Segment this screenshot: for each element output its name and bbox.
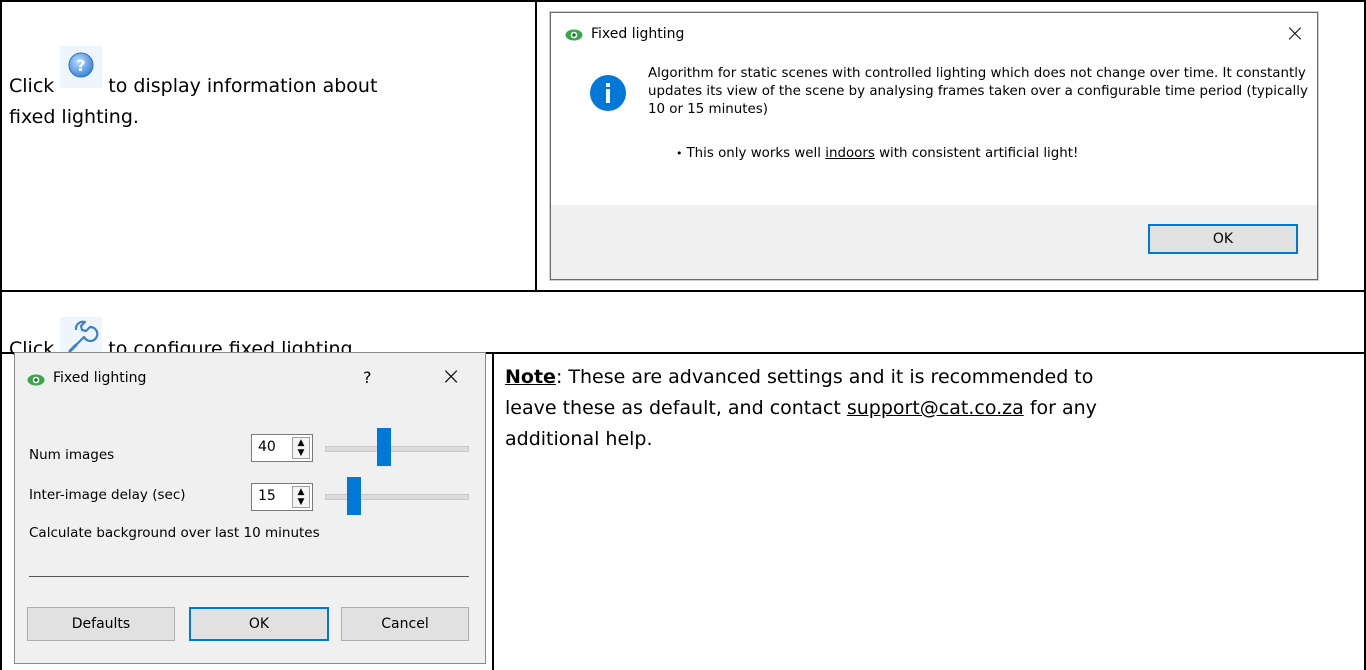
eye-logo-icon	[27, 373, 45, 391]
num-images-label: Num images	[29, 447, 115, 463]
note-text3: for any	[1029, 397, 1097, 419]
row1-text-after: to display information about	[108, 75, 378, 97]
num-images-stepper[interactable]: ▲ ▼	[292, 437, 310, 459]
delay-label: Inter-image delay (sec)	[29, 487, 186, 503]
bullet-dot: •	[676, 147, 683, 160]
row1-text-line2: fixed lighting.	[9, 106, 139, 128]
info-dialog-footer: OK	[551, 205, 1317, 279]
note-text1: : These are advanced settings and it is …	[555, 366, 1094, 388]
num-images-value: 40	[258, 439, 276, 455]
cancel-button[interactable]: Cancel	[341, 607, 469, 641]
num-images-spinbox[interactable]: 40 ▲ ▼	[251, 434, 313, 462]
ok-button[interactable]: OK	[1148, 224, 1298, 254]
support-email-link[interactable]: support@cat.co.za	[847, 397, 1024, 419]
delay-slider-thumb[interactable]	[347, 477, 361, 515]
note-text: Note: These are advanced settings and it…	[505, 362, 1355, 455]
ok-button[interactable]: OK	[189, 607, 329, 641]
table-col-divider-top	[535, 0, 537, 291]
table-border-top	[0, 0, 1366, 2]
close-icon[interactable]: ×	[441, 362, 461, 390]
note-bold: Note	[505, 366, 556, 388]
table-row-divider-1	[0, 290, 1366, 292]
num-images-slider-thumb[interactable]	[377, 428, 391, 466]
config-dialog-title: Fixed lighting	[53, 370, 147, 386]
info-dialog: Fixed lighting × Algorithm for static sc…	[550, 12, 1318, 280]
info-dialog-bullet: • This only works well indoors with consi…	[676, 146, 1078, 161]
table-col-divider-bottom	[492, 352, 494, 670]
info-icon	[589, 74, 627, 116]
defaults-button[interactable]: Defaults	[27, 607, 175, 641]
delay-spinbox[interactable]: 15 ▲ ▼	[251, 483, 313, 511]
svg-text:?: ?	[77, 56, 86, 75]
info-dialog-message: Algorithm for static scenes with control…	[648, 66, 1308, 117]
table-border-left	[0, 0, 2, 670]
config-dialog: Fixed lighting ? × Num images 40 ▲ ▼ Inte…	[14, 352, 486, 664]
note-text4: additional help.	[505, 428, 653, 450]
delay-stepper[interactable]: ▲ ▼	[292, 486, 310, 508]
separator-line	[29, 576, 469, 577]
num-images-slider-track[interactable]	[325, 446, 469, 452]
bullet-pre: This only works well	[686, 146, 821, 161]
delay-value: 15	[258, 488, 276, 504]
background-info-text: Calculate background over last 10 minute…	[29, 525, 320, 541]
info-dialog-title: Fixed lighting	[591, 26, 685, 42]
row1-click: Click	[9, 75, 55, 97]
row1-text: Click ? to display information about fix…	[9, 46, 529, 133]
bullet-post: with consistent artificial light!	[879, 146, 1079, 161]
bullet-link: indoors	[825, 146, 875, 161]
help-button[interactable]: ?	[363, 368, 372, 387]
close-icon[interactable]: ×	[1285, 19, 1305, 47]
eye-logo-icon	[565, 28, 583, 46]
info-dialog-titlebar: Fixed lighting ×	[551, 13, 1317, 57]
help-question-icon[interactable]: ?	[60, 46, 103, 88]
note-text2: leave these as default, and contact	[505, 397, 841, 419]
